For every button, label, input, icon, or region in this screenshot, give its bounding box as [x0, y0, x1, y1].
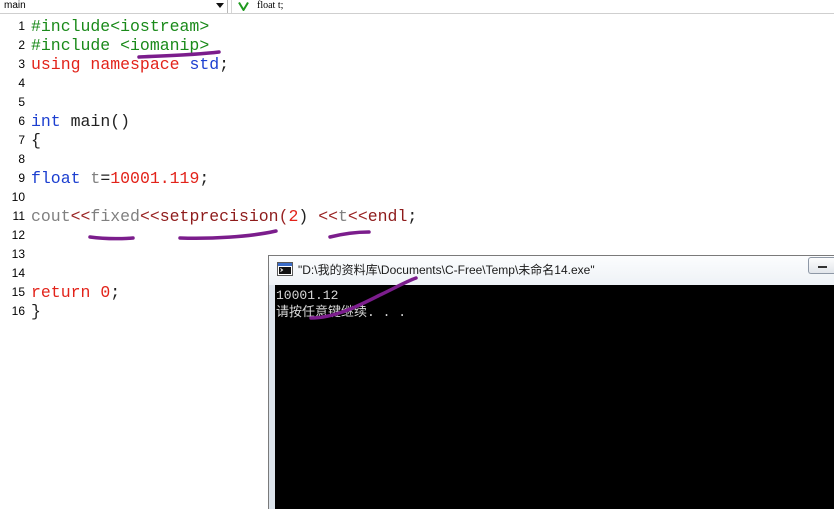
- code-line[interactable]: int main(): [31, 112, 531, 131]
- line-number: 7: [18, 133, 25, 147]
- chevron-down-icon[interactable]: [216, 3, 224, 8]
- code-token-operator: <<: [139, 207, 160, 226]
- console-app-icon[interactable]: [277, 262, 293, 276]
- code-token-preprocessor: #include <iomanip>: [31, 36, 210, 55]
- code-token-operator: (: [278, 207, 289, 226]
- code-token-type: std: [189, 55, 220, 74]
- code-line[interactable]: {: [31, 131, 531, 150]
- code-token-plain: ;: [407, 207, 418, 226]
- console-output-line: 10001.12: [276, 288, 339, 303]
- code-token-type: float: [31, 169, 91, 188]
- line-number: 2: [18, 38, 25, 52]
- line-number: 4: [18, 76, 25, 90]
- code-token-identifier: fixed: [90, 207, 140, 226]
- line-number: 13: [11, 247, 25, 261]
- code-token-plain: =: [100, 169, 111, 188]
- code-token-keyword: return: [31, 283, 101, 302]
- variable-icon: [238, 1, 249, 11]
- code-token-preprocessor: #include<iostream>: [31, 17, 210, 36]
- line-number: 16: [11, 304, 25, 318]
- code-token-identifier: t: [338, 207, 348, 226]
- line-number: 1: [18, 19, 25, 33]
- code-token-operator: <<: [70, 207, 91, 226]
- code-line[interactable]: [31, 226, 531, 245]
- line-number: 9: [18, 171, 25, 185]
- code-line[interactable]: #include <iomanip>: [31, 36, 531, 55]
- line-number: 14: [11, 266, 25, 280]
- code-token-type: int: [31, 112, 61, 131]
- line-number-gutter: 1 2 3 4 5 6 7 8 9 10 11 12 13 14 15 16: [0, 17, 25, 321]
- code-token-plain: ;: [110, 283, 121, 302]
- line-number: 8: [18, 152, 25, 166]
- code-line[interactable]: cout<<fixed<<setprecision(2) <<t<<endl;: [31, 207, 531, 226]
- code-token-plain: ;: [219, 55, 230, 74]
- console-title-bar[interactable]: "D:\我的资料库\Documents\C-Free\Temp\未命名14.ex…: [269, 256, 834, 285]
- code-token-keyword: namespace: [90, 55, 190, 74]
- member-value: float t;: [257, 0, 284, 11]
- member-dropdown[interactable]: float t;: [231, 0, 834, 13]
- code-token-plain: ): [298, 207, 319, 226]
- minimize-icon: [818, 266, 827, 268]
- ide-window: main float t; 1 2 3 4 5 6 7 8 9 10 11 12 13 14 15 16 #i…: [0, 0, 834, 509]
- code-token-number: 10001.119: [110, 169, 200, 188]
- function-navigation-bar: main float t;: [0, 0, 834, 14]
- function-scope-dropdown[interactable]: main: [0, 0, 228, 13]
- code-token-function: endl: [367, 207, 408, 226]
- code-token-plain: ;: [199, 169, 210, 188]
- line-number: 5: [18, 95, 25, 109]
- code-line[interactable]: [31, 188, 531, 207]
- code-token-number: 0: [100, 283, 111, 302]
- line-number: 12: [11, 228, 25, 242]
- line-number: 10: [11, 190, 25, 204]
- line-number: 15: [11, 285, 25, 299]
- line-number: 11: [12, 209, 25, 223]
- code-token-keyword: using: [31, 55, 91, 74]
- code-line[interactable]: [31, 150, 531, 169]
- code-token-function: setprecision: [159, 207, 279, 226]
- code-token-operator: <<: [318, 207, 339, 226]
- code-line[interactable]: float t=10001.119;: [31, 169, 531, 188]
- code-token-operator: <<: [347, 207, 368, 226]
- console-output[interactable]: 10001.12 请按任意键继续. . .: [275, 285, 834, 509]
- code-line[interactable]: using namespace std;: [31, 55, 531, 74]
- console-window[interactable]: "D:\我的资料库\Documents\C-Free\Temp\未命名14.ex…: [268, 255, 834, 509]
- minimize-button[interactable]: [808, 257, 834, 274]
- function-scope-value: main: [4, 0, 26, 11]
- code-token-number: 2: [288, 207, 299, 226]
- line-number: 3: [18, 57, 25, 71]
- code-token-identifier: cout: [31, 207, 71, 226]
- code-token-plain: }: [31, 302, 41, 321]
- code-line[interactable]: #include<iostream>: [31, 17, 531, 36]
- code-token-plain: main(): [60, 112, 131, 131]
- code-token-plain: {: [31, 131, 41, 150]
- console-title: "D:\我的资料库\Documents\C-Free\Temp\未命名14.ex…: [298, 263, 595, 277]
- code-line[interactable]: [31, 93, 531, 112]
- code-token-identifier: t: [90, 169, 101, 188]
- code-line[interactable]: [31, 74, 531, 93]
- line-number: 6: [18, 114, 25, 128]
- console-prompt-line: 请按任意键继续. . .: [276, 305, 407, 320]
